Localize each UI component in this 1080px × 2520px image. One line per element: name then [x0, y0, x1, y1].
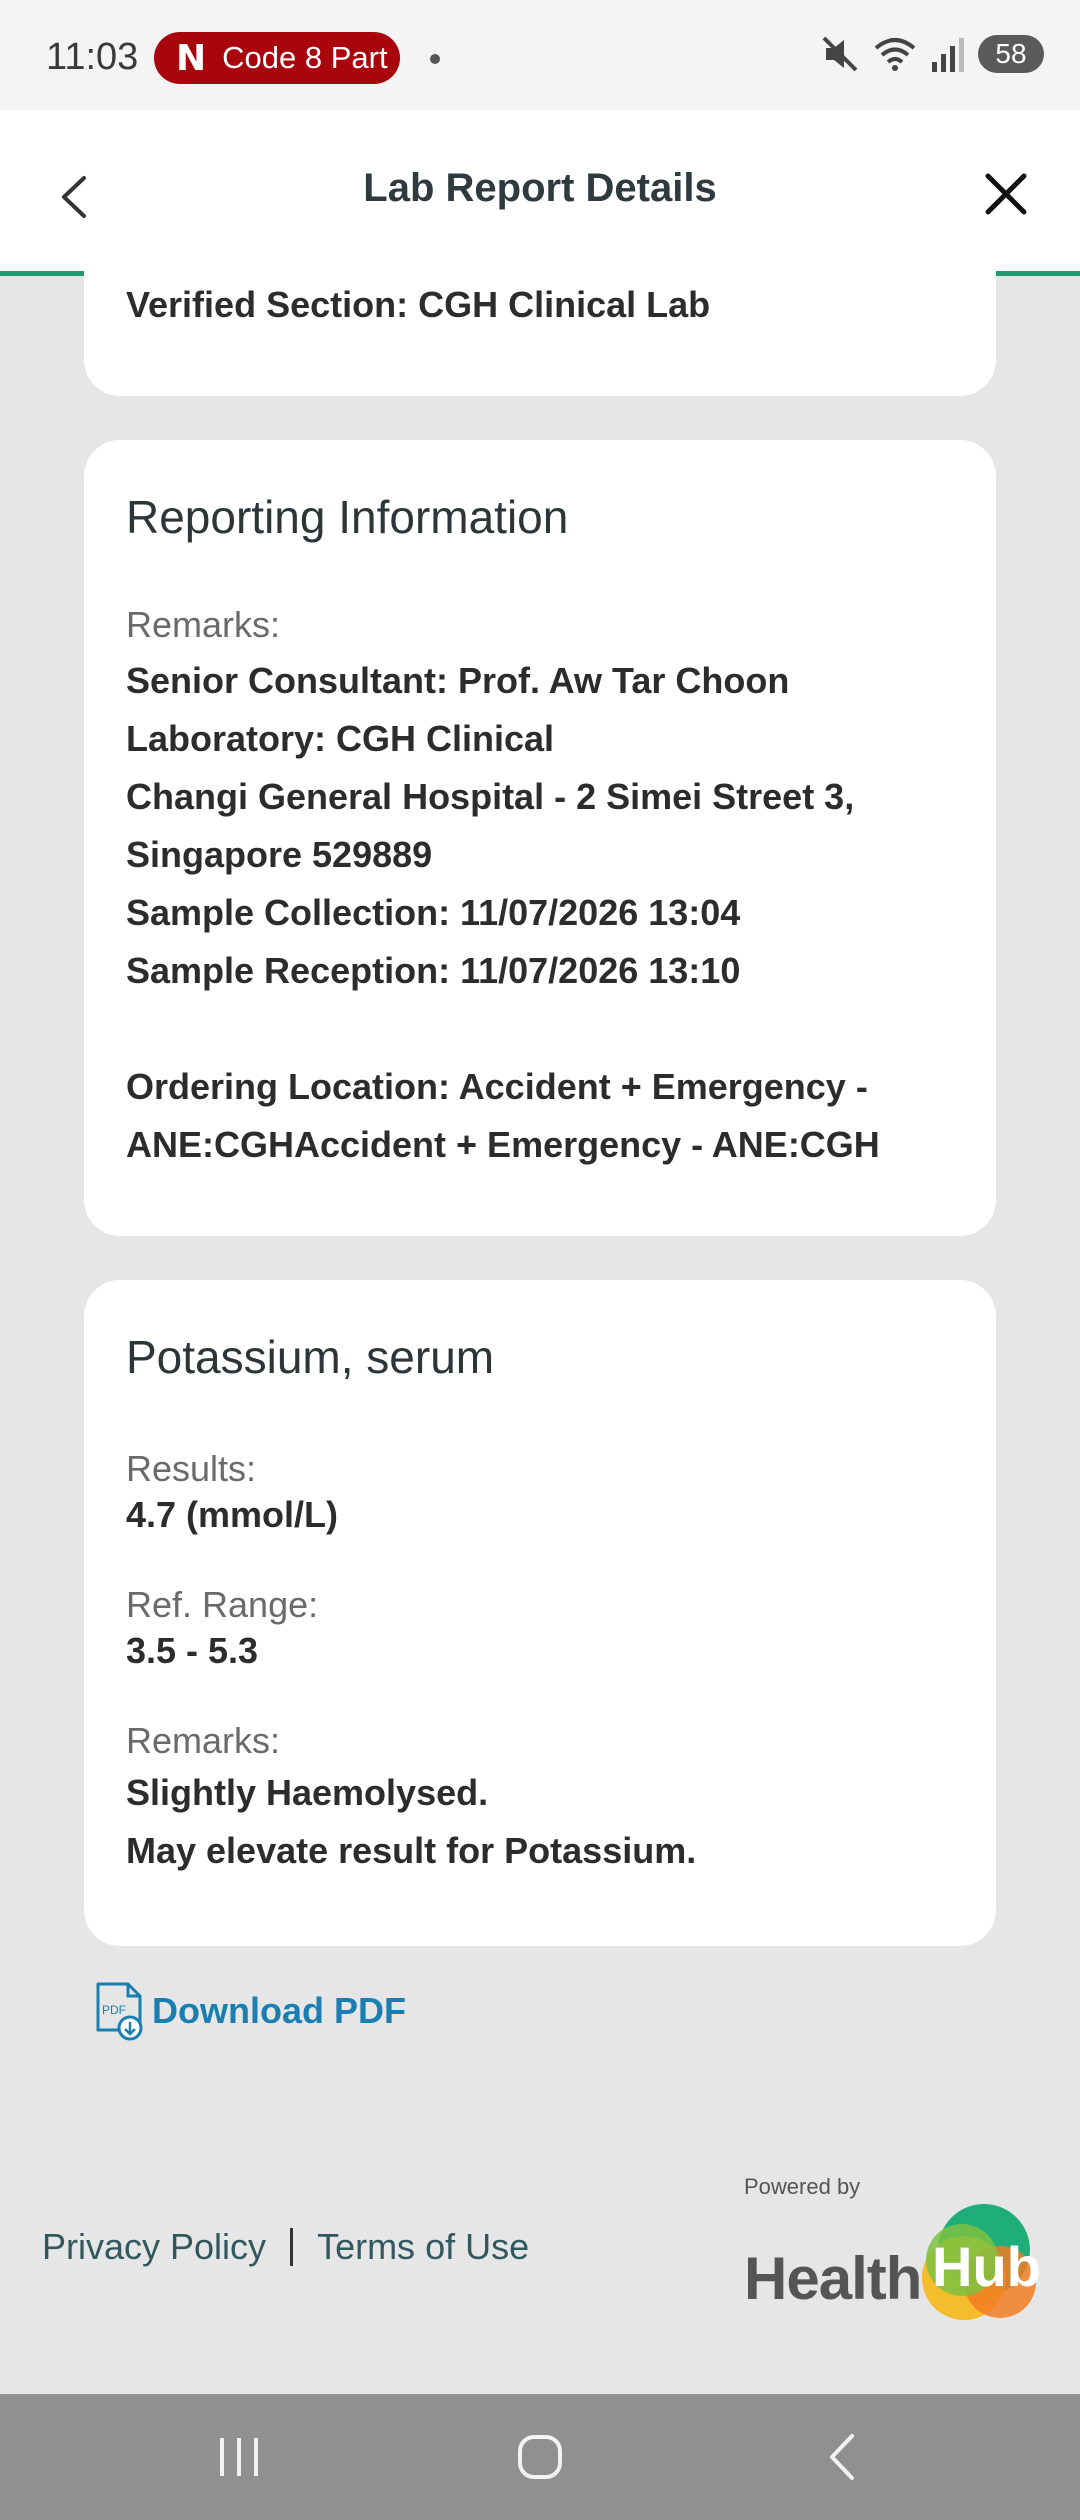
potassium-result-card: Potassium, serum Results: 4.7 (mmol/L) R… — [84, 1280, 996, 1946]
card-title: Potassium, serum — [126, 1331, 495, 1383]
notification-pill[interactable]: N Code 8 Part — [154, 32, 400, 84]
home-icon[interactable] — [505, 2424, 575, 2490]
remarks-line — [126, 1000, 880, 1058]
remarks-line: ANE:CGHAccident + Emergency - ANE:CGH — [126, 1124, 880, 1165]
status-bar: 11:03 N Code 8 Part 58 — [0, 0, 1080, 110]
remarks-line: May elevate result for Potassium. — [126, 1830, 697, 1871]
close-icon[interactable] — [980, 160, 1032, 230]
remarks-line: Laboratory: CGH Clinical — [126, 718, 555, 759]
download-pdf-label: Download PDF — [152, 1990, 406, 2031]
footer-links: Privacy Policy Terms of Use — [42, 2226, 529, 2268]
reporting-information-card: Reporting Information Remarks: Senior Co… — [84, 440, 996, 1236]
status-time: 11:03 — [46, 36, 139, 78]
powered-by-text: Powered by — [744, 2174, 861, 2199]
remarks-line: Sample Collection: 11/07/2026 13:04 — [126, 892, 741, 933]
card-title: Reporting Information — [126, 491, 569, 543]
battery-indicator: 58 — [978, 35, 1044, 73]
signal-icon — [932, 38, 964, 72]
logo-health-text: Health — [744, 2245, 922, 2312]
remarks-label: Remarks: — [126, 1720, 281, 1761]
notification-text: Code 8 Part — [222, 40, 388, 75]
potassium-remarks: Slightly Haemolysed. May elevate result … — [126, 1764, 696, 1880]
ref-range-value: 3.5 - 5.3 — [126, 1630, 259, 1671]
footer-divider — [290, 2228, 294, 2266]
reporting-remarks: Senior Consultant: Prof. Aw Tar Choon La… — [126, 652, 880, 1174]
netflix-icon: N — [176, 37, 207, 79]
results-label: Results: — [126, 1448, 257, 1489]
status-icons: 58 — [820, 34, 1044, 74]
remarks-line: Senior Consultant: Prof. Aw Tar Choon — [126, 660, 790, 701]
remarks-line: Slightly Haemolysed. — [126, 1772, 489, 1813]
verified-section-text: Verified Section: CGH Clinical Lab — [126, 284, 711, 325]
terms-of-use-link[interactable]: Terms of Use — [317, 2226, 529, 2268]
page-title: Lab Report Details — [363, 166, 717, 210]
remarks-line: Singapore 529889 — [126, 834, 433, 875]
remarks-line: Changi General Hospital - 2 Simei Street… — [126, 776, 855, 817]
remarks-line: Sample Reception: 11/07/2026 13:10 — [126, 950, 741, 991]
nav-back-icon[interactable] — [808, 2424, 878, 2490]
logo-hub-text: Hub — [932, 2235, 1041, 2298]
healthhub-logo: Health Hub — [740, 2200, 1041, 2330]
results-value: 4.7 (mmol/L) — [126, 1494, 339, 1535]
verified-section-card: Verified Section: CGH Clinical Lab — [84, 240, 996, 396]
system-nav-bar — [0, 2394, 1080, 2520]
pdf-download-icon: PDF — [96, 1982, 143, 2041]
mute-icon — [822, 36, 858, 72]
hub-logo-mark-icon: Hub — [922, 2204, 1041, 2320]
remarks-label: Remarks: — [126, 604, 281, 645]
recent-apps-icon[interactable] — [204, 2424, 274, 2490]
remarks-line: Ordering Location: Accident + Emergency … — [126, 1066, 868, 1107]
privacy-policy-link[interactable]: Privacy Policy — [42, 2226, 266, 2268]
download-pdf-link[interactable]: PDF Download PDF — [94, 1980, 406, 2042]
ref-range-label: Ref. Range: — [126, 1584, 319, 1625]
notification-dot — [430, 54, 440, 64]
pdf-icon-label: PDF — [102, 2003, 126, 2017]
wifi-icon — [874, 38, 916, 71]
